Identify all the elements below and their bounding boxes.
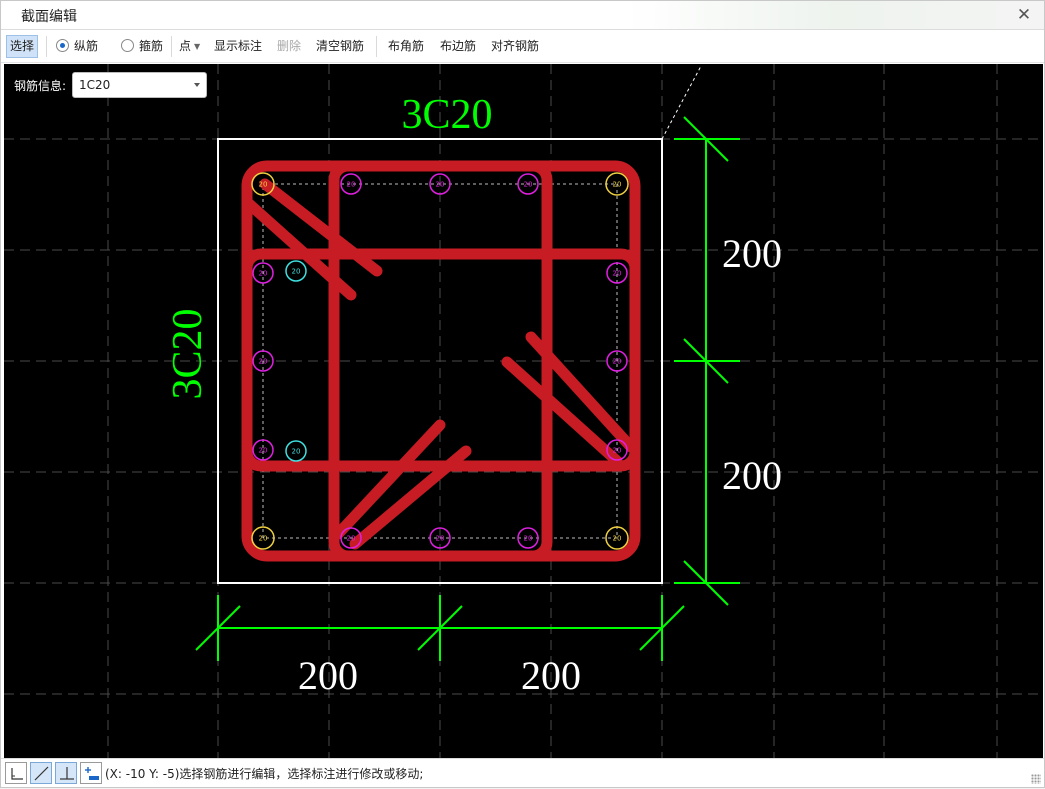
drawing-canvas[interactable]: 20 20 20 20 20 20 20 20 20 20 20 20 20 2… bbox=[4, 64, 1043, 758]
resize-grip-icon[interactable] bbox=[1031, 774, 1041, 784]
top-rebar-label[interactable]: 3C20 bbox=[401, 92, 492, 138]
select-button[interactable]: 选择 bbox=[6, 35, 39, 58]
radio-unchecked-icon bbox=[121, 39, 134, 52]
delete-button[interactable]: 删除 bbox=[274, 35, 304, 58]
align-rebar-button[interactable]: 对齐钢筋 bbox=[488, 35, 542, 58]
svg-text:20: 20 bbox=[292, 268, 301, 276]
svg-text:20: 20 bbox=[524, 181, 533, 189]
svg-text:20: 20 bbox=[347, 535, 356, 543]
longitudinal-radio[interactable]: 纵筋 bbox=[53, 35, 101, 58]
dim-right-upper[interactable]: 200 bbox=[722, 231, 782, 276]
title-bar: 截面编辑 ✕ bbox=[1, 1, 1044, 30]
svg-text:20: 20 bbox=[524, 535, 533, 543]
line-snap-icon[interactable] bbox=[30, 762, 52, 784]
svg-text:20: 20 bbox=[292, 448, 301, 456]
dim-bottom-right[interactable]: 200 bbox=[521, 653, 581, 698]
ortho-mode-icon[interactable] bbox=[5, 762, 27, 784]
perpendicular-icon[interactable] bbox=[55, 762, 77, 784]
show-labels-button[interactable]: 显示标注 bbox=[211, 35, 265, 58]
chevron-down-icon: ▼ bbox=[194, 42, 201, 51]
point-dropdown[interactable]: 点 ▼ bbox=[176, 35, 203, 58]
rebar-info-label: 钢筋信息: bbox=[14, 79, 67, 93]
svg-text:20: 20 bbox=[436, 181, 445, 189]
svg-text:20: 20 bbox=[259, 447, 268, 455]
svg-text:20: 20 bbox=[613, 270, 622, 278]
svg-text:20: 20 bbox=[347, 181, 356, 189]
window-title: 截面编辑 bbox=[21, 9, 77, 25]
toolbar: 选择 纵筋 箍筋 点 ▼ 显示标注 删除 清空钢筋 布角筋 布边筋 对齐钢筋 bbox=[1, 30, 1044, 63]
toolbar-divider bbox=[171, 36, 172, 57]
svg-text:20: 20 bbox=[259, 535, 268, 543]
toolbar-divider bbox=[46, 36, 47, 57]
stirrup-radio[interactable]: 箍筋 bbox=[118, 35, 166, 58]
selected-bar[interactable]: 20 bbox=[285, 260, 307, 282]
section-drawing[interactable]: 20 20 20 20 20 20 20 20 20 20 20 20 20 2… bbox=[4, 64, 1043, 758]
point-label: 点 bbox=[179, 39, 192, 53]
dim-right-lower[interactable]: 200 bbox=[722, 453, 782, 498]
radio-checked-icon bbox=[56, 39, 69, 52]
svg-text:20: 20 bbox=[259, 270, 268, 278]
svg-text:20: 20 bbox=[613, 181, 622, 189]
svg-text:20: 20 bbox=[613, 535, 622, 543]
dim-bottom-left[interactable]: 200 bbox=[298, 653, 358, 698]
rebar-info-select[interactable]: 1C20 bbox=[72, 72, 207, 98]
status-message: (X: -10 Y: -5)选择钢筋进行编辑，选择标注进行修改或移动; bbox=[105, 767, 424, 781]
clear-rebar-button[interactable]: 清空钢筋 bbox=[313, 35, 367, 58]
edge-rebar-button[interactable]: 布边筋 bbox=[437, 35, 479, 58]
selected-bar[interactable]: 20 bbox=[285, 440, 307, 462]
stirrup-label: 箍筋 bbox=[139, 39, 164, 53]
rebar-info-value: 1C20 bbox=[79, 78, 111, 92]
svg-text:20: 20 bbox=[259, 181, 268, 189]
chevron-down-icon bbox=[194, 83, 200, 87]
status-bar: (X: -10 Y: -5)选择钢筋进行编辑，选择标注进行修改或移动; bbox=[1, 758, 1044, 787]
toolbar-divider bbox=[376, 36, 377, 57]
corner-rebar-button[interactable]: 布角筋 bbox=[385, 35, 427, 58]
close-icon[interactable]: ✕ bbox=[1014, 5, 1034, 25]
svg-text:20: 20 bbox=[613, 358, 622, 366]
svg-text:20: 20 bbox=[259, 358, 268, 366]
inner-horizontal-stirrup[interactable] bbox=[241, 248, 641, 472]
svg-text:20: 20 bbox=[613, 447, 622, 455]
longitudinal-label: 纵筋 bbox=[74, 39, 99, 53]
side-rebar-label[interactable]: 3C20 bbox=[165, 308, 211, 399]
section-editor-window: 截面编辑 ✕ 选择 纵筋 箍筋 点 ▼ 显示标注 删除 清空钢筋 布角筋 布边筋 … bbox=[0, 0, 1045, 788]
svg-text:20: 20 bbox=[436, 535, 445, 543]
add-bar-icon[interactable] bbox=[80, 762, 102, 784]
